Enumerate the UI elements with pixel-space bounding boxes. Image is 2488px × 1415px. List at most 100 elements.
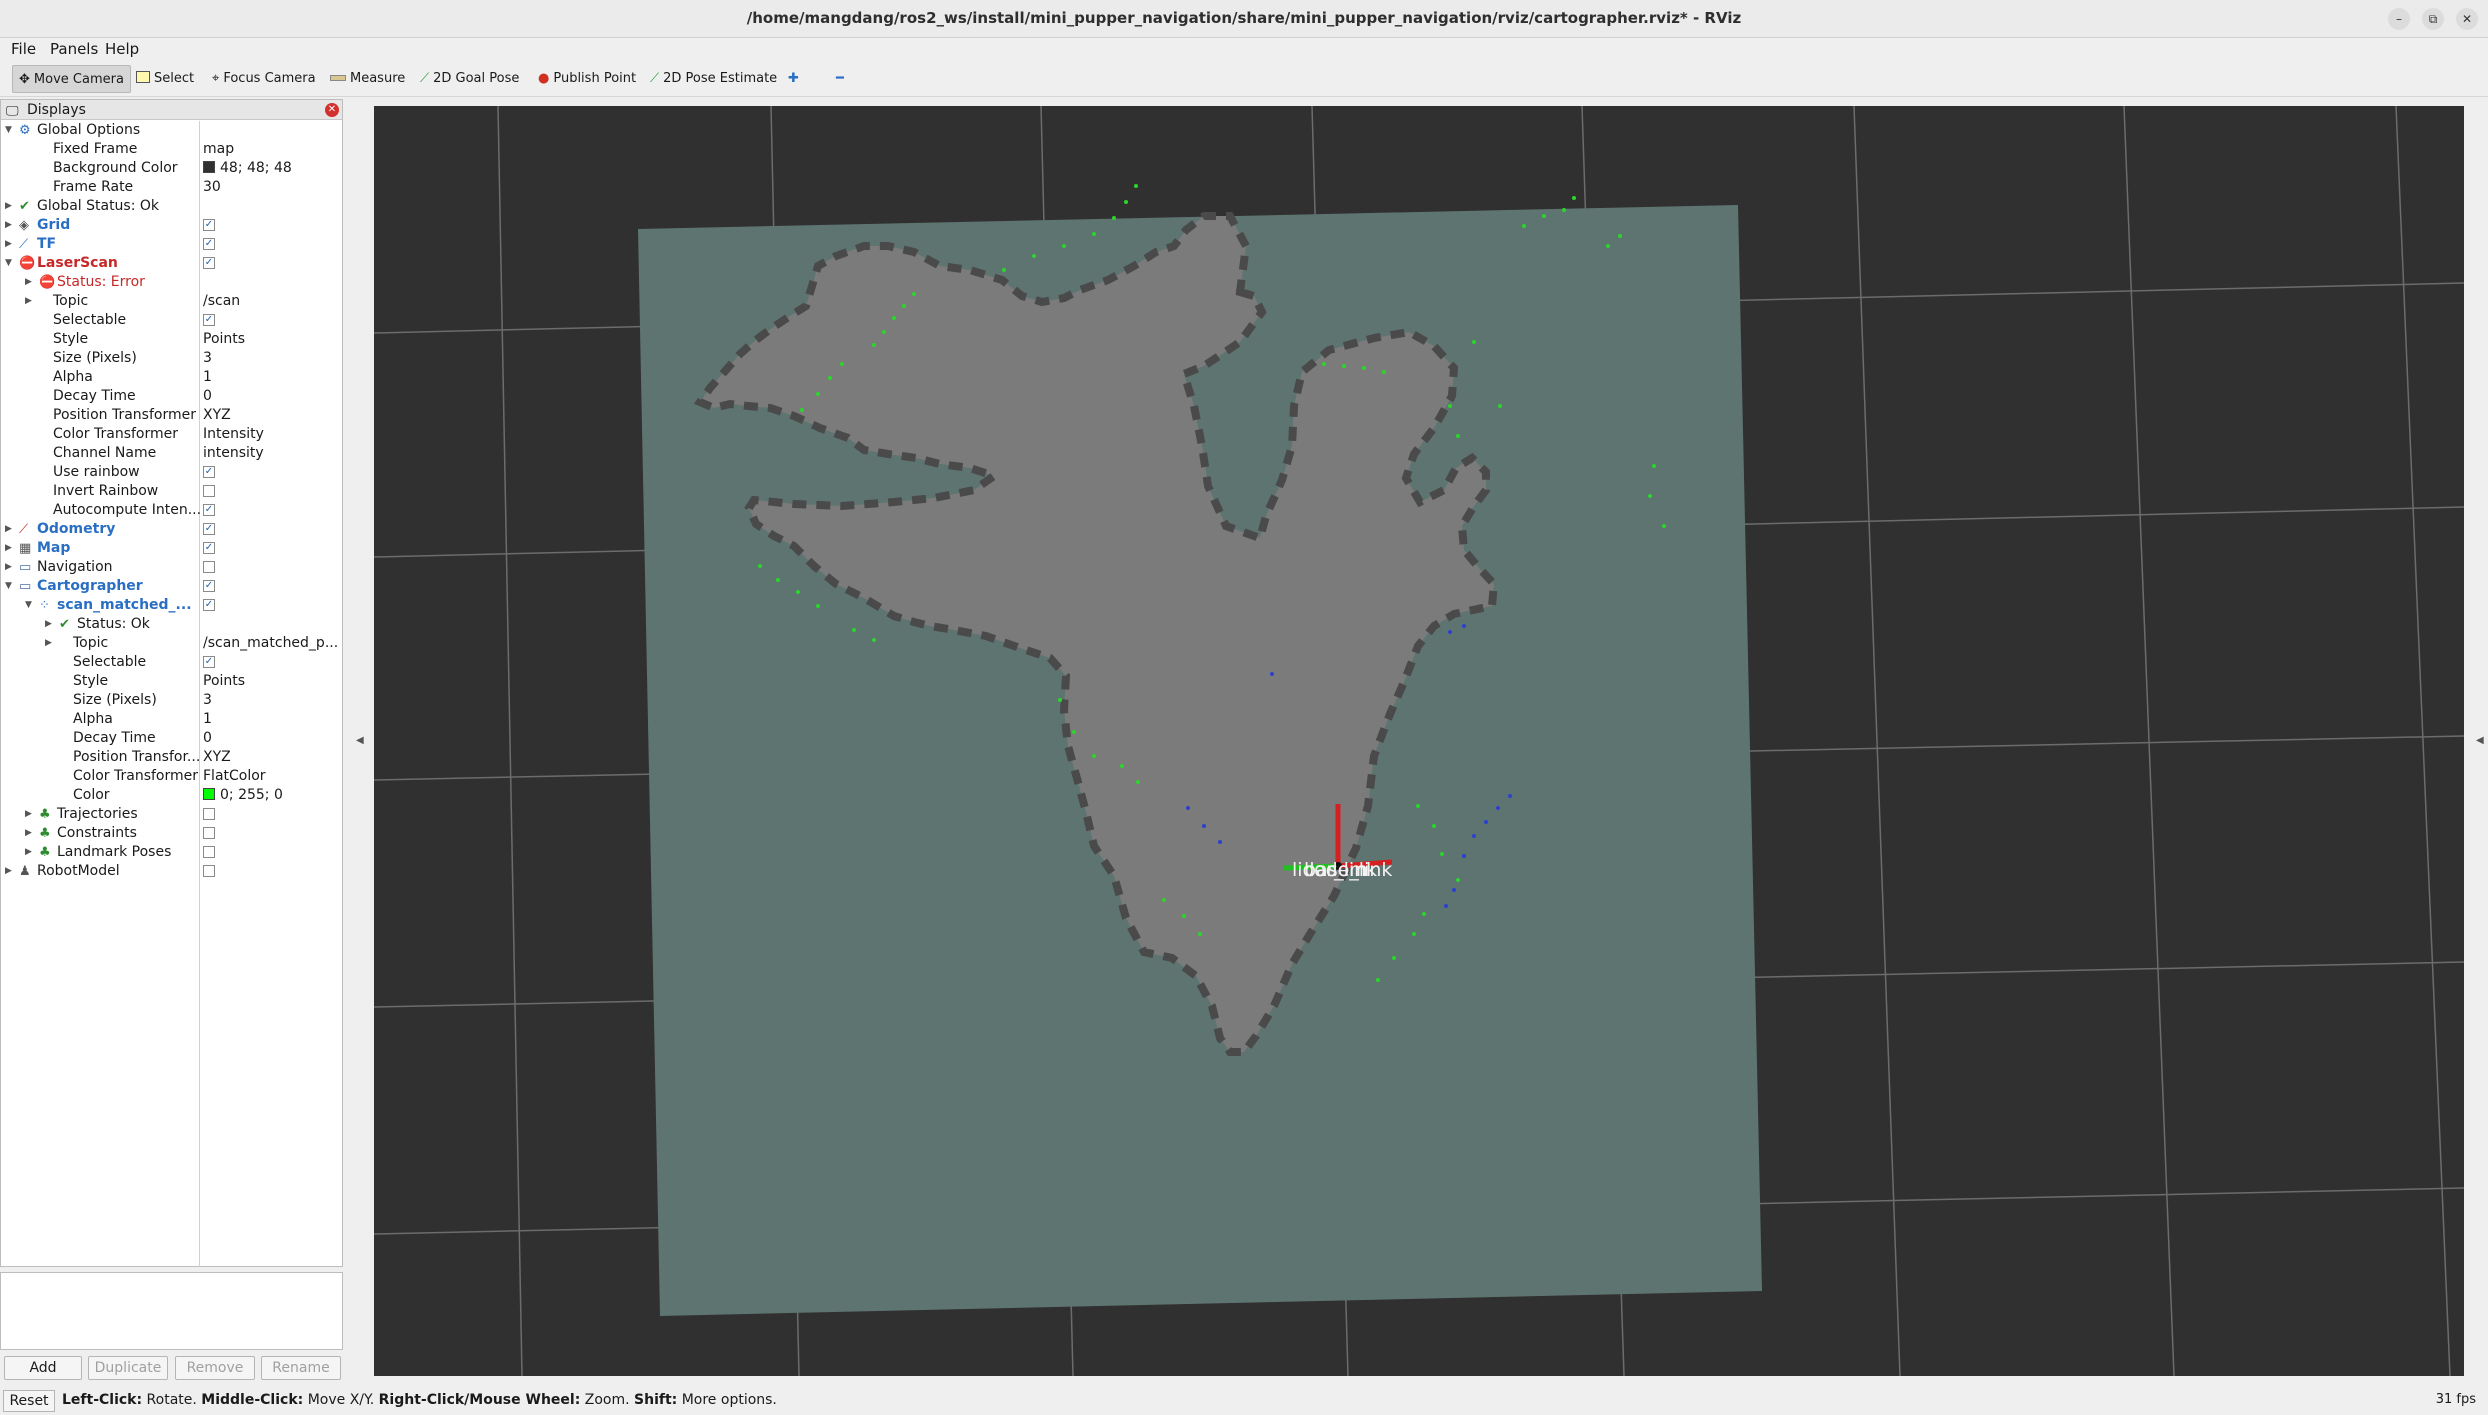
display-row-constraints[interactable]: ▶ ♣ Constraints [1,824,342,843]
menu-panels[interactable]: Panels [50,40,98,58]
expand-arrow-icon[interactable]: ▶ [5,862,12,881]
display-row-landmark-poses[interactable]: ▶ ♣ Landmark Poses [1,843,342,862]
display-row-laserscan-channel[interactable]: Channel Name intensity [1,444,342,463]
row-value[interactable]: intensity [203,444,264,463]
row-value[interactable]: 1 [203,368,212,387]
enable-checkbox[interactable] [203,865,215,877]
enable-checkbox[interactable]: ✓ [203,219,215,231]
tool-publish-point[interactable]: ● Publish Point [532,65,642,93]
row-value[interactable]: XYZ [203,748,231,767]
row-value[interactable]: 1 [203,710,212,729]
collapse-arrow-icon[interactable]: ▼ [5,577,12,596]
row-value[interactable]: 0 [203,387,212,406]
display-row-scan-matched[interactable]: ▼ ⁘ scan_matched_... ✓ [1,596,342,615]
display-row-laserscan-autocompute[interactable]: Autocompute Inten... ✓ [1,501,342,520]
display-row-laserscan-decay[interactable]: Decay Time 0 [1,387,342,406]
display-row-laserscan[interactable]: ▼ ⛔ LaserScan ✓ [1,254,342,273]
enable-checkbox[interactable]: ✓ [203,466,215,478]
display-row-global-options[interactable]: ▼ ⚙ Global Options [1,121,342,140]
expand-arrow-icon[interactable]: ▶ [5,216,12,235]
display-row-laserscan-invert-rainbow[interactable]: Invert Rainbow [1,482,342,501]
tool-2d-pose-estimate[interactable]: ⟋ 2D Pose Estimate [644,65,783,93]
display-row-odometry[interactable]: ▶ ⟋ Odometry ✓ [1,520,342,539]
expand-arrow-icon[interactable]: ▶ [5,520,12,539]
display-row-map[interactable]: ▶ ▦ Map ✓ [1,539,342,558]
minimize-button[interactable]: – [2388,8,2410,30]
display-row-cartographer[interactable]: ▼ ▭ Cartographer ✓ [1,577,342,596]
display-row-trajectories[interactable]: ▶ ♣ Trajectories [1,805,342,824]
duplicate-button[interactable]: Duplicate [88,1356,168,1380]
row-value[interactable]: 3 [203,691,212,710]
expand-arrow-icon[interactable]: ▶ [45,615,52,634]
enable-checkbox[interactable] [203,808,215,820]
collapse-right-icon[interactable]: ◀ [2476,735,2484,746]
expand-arrow-icon[interactable]: ▶ [5,539,12,558]
display-row-frame-rate[interactable]: Frame Rate 30 [1,178,342,197]
display-row-laserscan-position-transformer[interactable]: Position Transformer XYZ [1,406,342,425]
display-row-laserscan-use-rainbow[interactable]: Use rainbow ✓ [1,463,342,482]
display-row-tf[interactable]: ▶ ⟋ TF ✓ [1,235,342,254]
enable-checkbox[interactable]: ✓ [203,523,215,535]
tool-measure[interactable]: Measure [324,65,411,93]
collapse-arrow-icon[interactable]: ▼ [5,121,12,140]
row-value[interactable]: 3 [203,349,212,368]
add-button[interactable]: Add [4,1356,82,1380]
remove-tool-button[interactable]: ━ [830,65,850,93]
close-panel-icon[interactable]: ✕ [325,103,339,117]
display-row-scan-matched-selectable[interactable]: Selectable ✓ [1,653,342,672]
menu-file[interactable]: File [11,40,36,58]
add-tool-button[interactable]: ✚ [782,65,805,93]
row-value[interactable]: 0 [203,729,212,748]
display-row-scan-matched-topic[interactable]: ▶ Topic/scan_matched_p... [1,634,342,653]
display-row-global-status[interactable]: ▶ ✔ Global Status: Ok [1,197,342,216]
collapse-left-icon[interactable]: ◀ [356,735,364,746]
display-row-fixed-frame[interactable]: Fixed Frame map [1,140,342,159]
row-value[interactable]: Intensity [203,425,264,444]
display-row-laserscan-alpha[interactable]: Alpha 1 [1,368,342,387]
enable-checkbox[interactable]: ✓ [203,580,215,592]
tool-move-camera[interactable]: ✥ Move Camera [12,65,131,93]
enable-checkbox[interactable] [203,827,215,839]
collapse-arrow-icon[interactable]: ▼ [5,254,12,273]
enable-checkbox[interactable]: ✓ [203,314,215,326]
remove-button[interactable]: Remove [175,1356,255,1380]
display-row-laserscan-selectable[interactable]: Selectable ✓ [1,311,342,330]
row-value[interactable]: Points [203,330,245,349]
display-row-laserscan-topic[interactable]: ▶ Topic/scan [1,292,342,311]
row-value[interactable]: Points [203,672,245,691]
tool-focus-camera[interactable]: ⌖ Focus Camera [206,65,322,93]
expand-arrow-icon[interactable]: ▶ [45,634,52,653]
enable-checkbox[interactable]: ✓ [203,238,215,250]
expand-arrow-icon[interactable]: ▶ [25,273,32,292]
row-value[interactable]: 30 [203,178,221,197]
reset-button[interactable]: Reset [3,1390,55,1412]
row-value[interactable]: 0; 255; 0 [203,786,283,805]
row-value[interactable]: /scan [203,292,240,311]
display-row-laserscan-color-transformer[interactable]: Color Transformer Intensity [1,425,342,444]
tool-select[interactable]: Select [130,65,200,93]
display-row-scan-matched-status[interactable]: ▶ ✔ Status: Ok [1,615,342,634]
display-row-scan-matched-size[interactable]: Size (Pixels) 3 [1,691,342,710]
enable-checkbox[interactable]: ✓ [203,542,215,554]
enable-checkbox[interactable] [203,846,215,858]
enable-checkbox[interactable]: ✓ [203,504,215,516]
close-button[interactable]: ✕ [2456,8,2478,30]
enable-checkbox[interactable]: ✓ [203,656,215,668]
expand-arrow-icon[interactable]: ▶ [25,292,32,311]
display-row-laserscan-status[interactable]: ▶ ⛔ Status: Error [1,273,342,292]
expand-arrow-icon[interactable]: ▶ [25,824,32,843]
display-row-robot-model[interactable]: ▶ ♟ RobotModel [1,862,342,881]
enable-checkbox[interactable]: ✓ [203,599,215,611]
display-row-scan-matched-decay[interactable]: Decay Time 0 [1,729,342,748]
display-row-scan-matched-position-transformer[interactable]: Position Transfor... XYZ [1,748,342,767]
expand-arrow-icon[interactable]: ▶ [5,558,12,577]
display-row-background-color[interactable]: Background Color 48; 48; 48 [1,159,342,178]
expand-arrow-icon[interactable]: ▶ [25,805,32,824]
row-value[interactable]: /scan_matched_p... [203,634,338,653]
expand-arrow-icon[interactable]: ▶ [25,843,32,862]
rename-button[interactable]: Rename [261,1356,341,1380]
3d-render-view[interactable]: lidar_link odom base_link [374,106,2464,1376]
enable-checkbox[interactable]: ✓ [203,257,215,269]
display-row-scan-matched-color-transformer[interactable]: Color Transformer FlatColor [1,767,342,786]
display-row-scan-matched-alpha[interactable]: Alpha 1 [1,710,342,729]
